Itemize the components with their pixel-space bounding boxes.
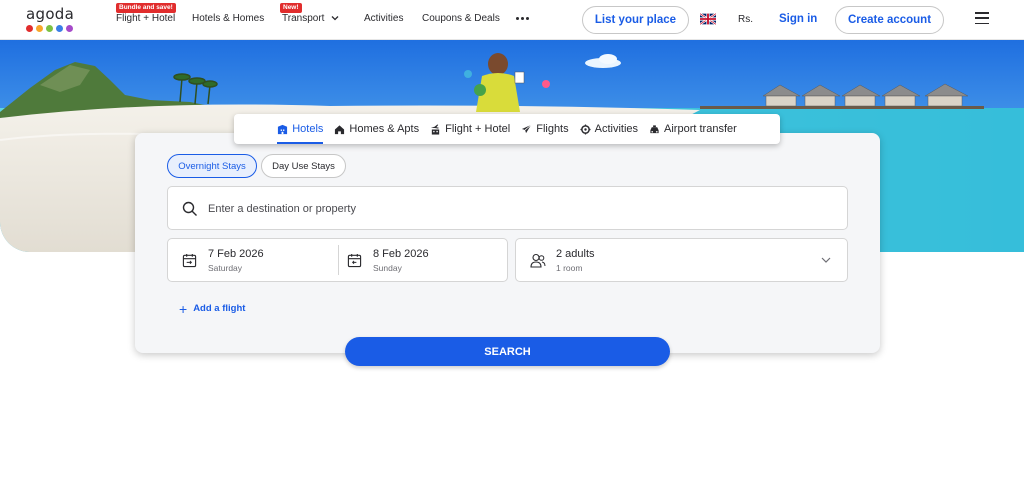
currency-selector[interactable]: Rs. [738,14,753,25]
more-icon[interactable] [516,17,529,20]
date-range-field: 7 Feb 2026 Saturday 8 Feb 2026 Sunday [167,238,508,282]
top-header: agoda Bundle and save! Flight + Hotel Ho… [0,0,1024,40]
logo-dot [46,25,53,32]
destination-field[interactable] [167,186,848,230]
people-icon [530,253,546,268]
tab-activities[interactable]: Activities [580,114,638,144]
home-icon [335,124,345,134]
tab-flights-label: Flights [536,123,569,135]
tab-flight-hotel-label: Flight + Hotel [445,123,511,135]
search-button[interactable]: SEARCH [345,337,670,366]
category-tabs: Hotels Homes & Apts Flight + Hotel Fligh… [234,114,780,144]
guests-selector[interactable]: 2 adults 1 room [515,238,848,282]
car-icon [650,124,659,133]
add-flight-link[interactable]: + Add a flight [179,300,246,317]
tab-flight-hotel[interactable]: Flight + Hotel [430,114,510,144]
new-badge: New! [280,3,302,13]
check-in-date-value: 7 Feb 2026 [208,248,264,260]
check-in-date[interactable]: 7 Feb 2026 Saturday [168,239,338,281]
list-your-place-button[interactable]: List your place [582,6,689,34]
logo-dots [26,25,78,32]
nav-activities[interactable]: Activities [364,13,403,24]
sign-in-link[interactable]: Sign in [779,13,817,25]
logo-dot [36,25,43,32]
nav-transport-label: Transport [282,13,325,24]
bundle-badge: Bundle and save! [116,3,176,13]
check-out-date[interactable]: 8 Feb 2026 Sunday [333,239,508,281]
calendar-checkin-icon [182,253,197,268]
tab-airport-transfer[interactable]: Airport transfer [649,114,737,144]
destination-input[interactable] [208,198,808,220]
hotel-icon [278,124,288,134]
agoda-logo[interactable]: agoda [26,6,78,34]
tab-homes-apts-label: Homes & Apts [349,123,420,135]
nav-hotels-homes[interactable]: Hotels & Homes [192,13,264,24]
tab-flights[interactable]: Flights [521,114,569,144]
tab-hotels[interactable]: Hotels [277,114,324,144]
logo-dot [56,25,63,32]
overnight-stays-toggle[interactable]: Overnight Stays [167,154,257,178]
plane-icon [522,124,532,133]
rooms-count: 1 room [556,263,583,273]
check-out-day: Sunday [373,263,402,273]
create-account-button[interactable]: Create account [835,6,944,34]
logo-dot [66,25,73,32]
nav-flight-hotel[interactable]: Flight + Hotel [116,13,175,24]
search-card: Overnight Stays Day Use Stays 7 Feb 2026… [135,133,880,353]
uk-flag-icon[interactable] [700,13,716,25]
plus-icon: + [179,300,188,317]
nav-transport[interactable]: Transport [282,13,339,24]
check-out-date-value: 8 Feb 2026 [373,248,429,260]
logo-dot [26,25,33,32]
tab-hotels-label: Hotels [292,123,324,135]
calendar-checkout-icon [347,253,362,268]
adults-count: 2 adults [556,248,595,260]
tab-activities-label: Activities [594,123,639,135]
chevron-down-icon [821,257,831,263]
flight-hotel-icon [431,123,440,135]
chevron-down-icon [331,16,339,21]
logo-text: agoda [26,5,75,23]
nav-coupons-deals[interactable]: Coupons & Deals [422,13,500,24]
tab-homes-apts[interactable]: Homes & Apts [334,114,419,144]
activities-icon [580,123,591,135]
add-flight-label: Add a flight [193,303,246,314]
day-use-stays-toggle[interactable]: Day Use Stays [261,154,346,178]
search-icon [182,201,197,216]
tab-airport-transfer-label: Airport transfer [664,123,737,135]
check-in-day: Saturday [208,263,243,273]
menu-icon[interactable] [975,12,989,24]
